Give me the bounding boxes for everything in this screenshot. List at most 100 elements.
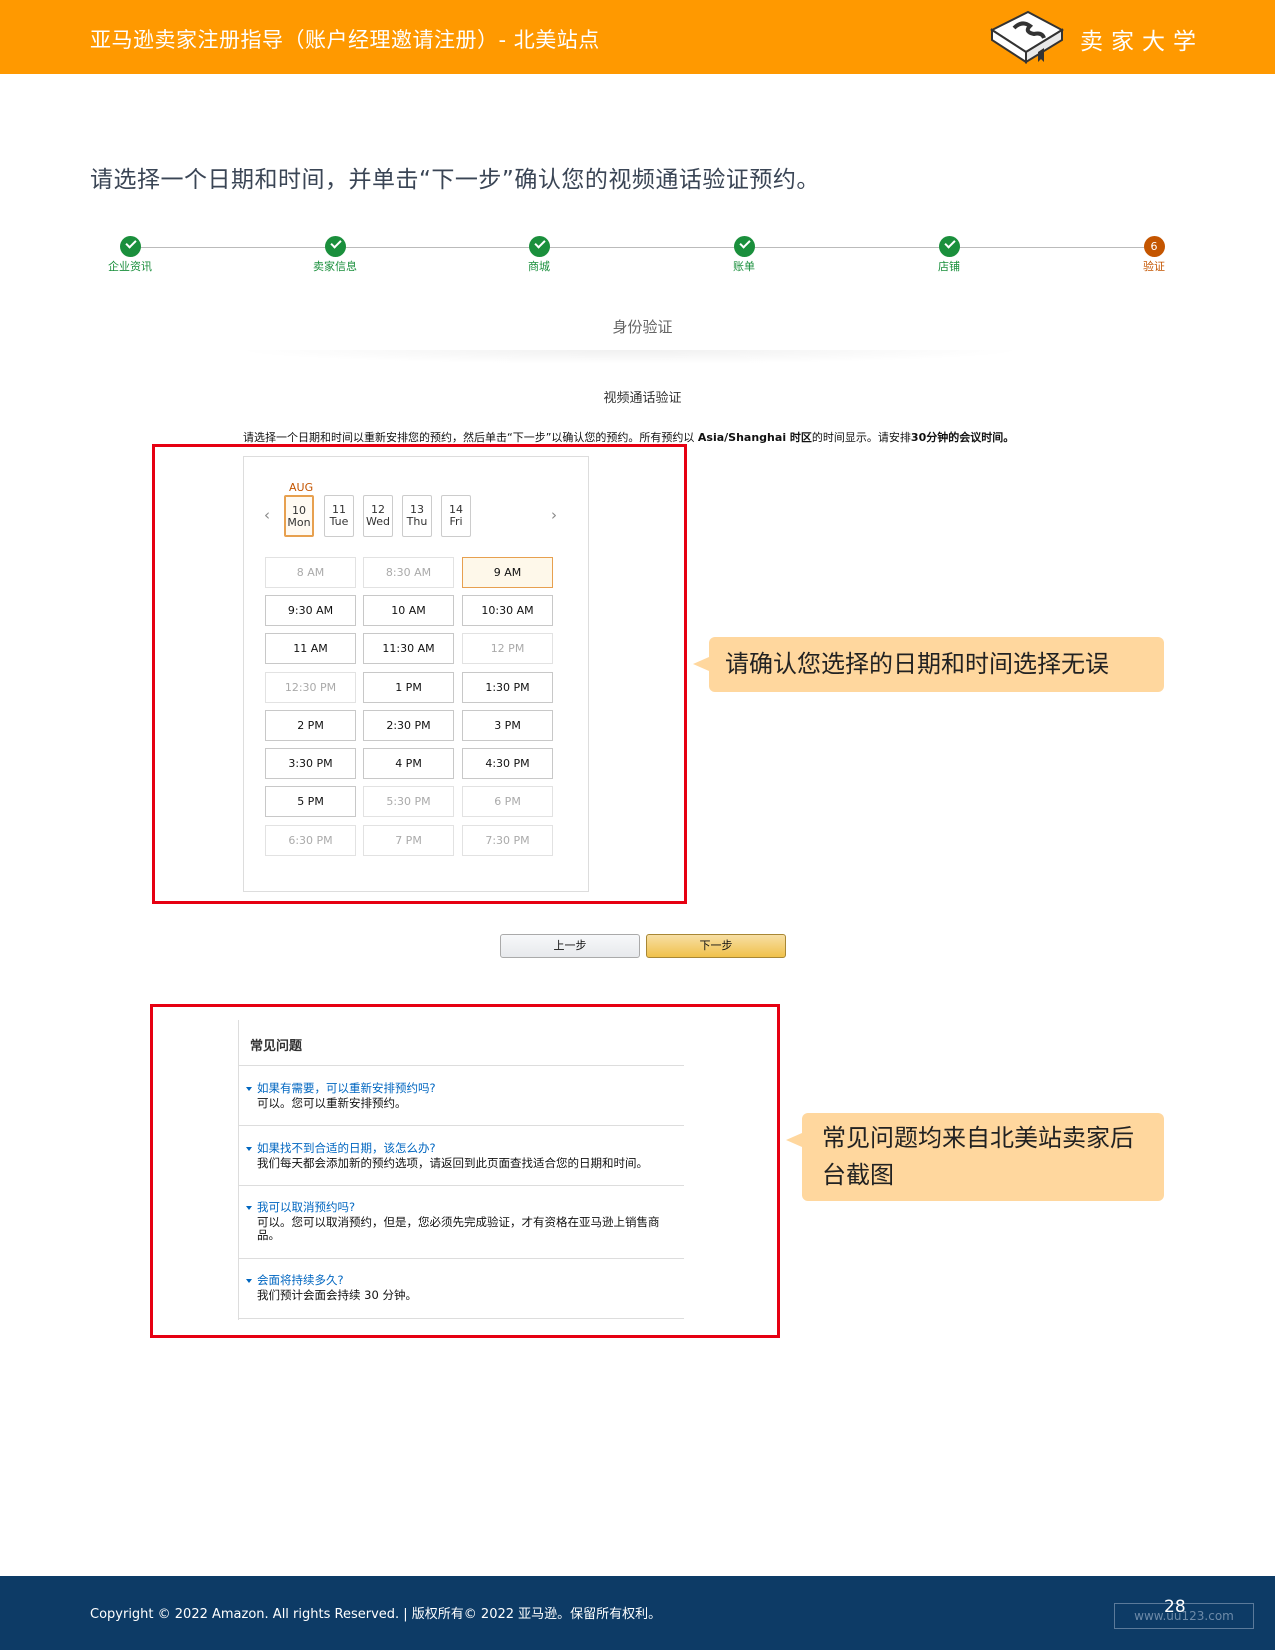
time-slot[interactable]: 5 PM xyxy=(265,786,356,817)
day-of-week: Mon xyxy=(287,516,311,529)
instruction-part: 请选择一个日期和时间以重新安排您的预约，然后单击“下一步”以确认您的预约。所有预… xyxy=(243,431,698,444)
next-week-icon[interactable]: › xyxy=(551,506,557,524)
step-billing: 账单 xyxy=(704,236,784,274)
time-slot[interactable]: 4:30 PM xyxy=(462,748,553,779)
check-icon xyxy=(938,236,960,257)
day-of-week: Thu xyxy=(406,515,428,528)
check-icon xyxy=(324,236,346,257)
time-slot: 6 PM xyxy=(462,786,553,817)
check-icon xyxy=(733,236,755,257)
time-slot: 6:30 PM xyxy=(265,825,356,856)
section-divider xyxy=(230,350,1030,364)
day-of-week: Wed xyxy=(366,515,390,528)
registration-stepper: 企业资讯 卖家信息 商城 账单 店铺 6 验证 xyxy=(0,236,1275,276)
time-slot: 5:30 PM xyxy=(363,786,454,817)
step-label: 企业资讯 xyxy=(108,260,152,273)
faq-divider xyxy=(238,1318,684,1319)
check-icon xyxy=(119,236,141,257)
callout-line: 常见问题均来自北美站卖家后 xyxy=(822,1124,1134,1152)
day-of-week: Tue xyxy=(329,515,349,528)
step-label: 店铺 xyxy=(938,260,960,273)
page-heading: 请选择一个日期和时间，并单击“下一步”确认您的视频通话验证预约。 xyxy=(90,167,820,193)
day-button[interactable]: 12 Wed xyxy=(363,495,393,537)
step-store: 店铺 xyxy=(909,236,989,274)
time-slot: 8 AM xyxy=(265,557,356,588)
stepper-line xyxy=(130,247,1155,248)
caret-down-icon xyxy=(246,1205,252,1210)
faq-question-text: 如果找不到合适的日期，该怎么办? xyxy=(257,1141,436,1155)
step-seller-info: 卖家信息 xyxy=(295,236,375,274)
step-label: 商城 xyxy=(528,260,550,273)
section-label: 身份验证 xyxy=(612,318,673,336)
book-logo-icon xyxy=(989,10,1065,64)
instruction-timezone: Asia/Shanghai 时区 xyxy=(697,431,812,444)
faq-answer: 我们预计会面会持续 30 分钟。 xyxy=(257,1288,417,1302)
faq-divider xyxy=(238,1065,684,1066)
step-label: 卖家信息 xyxy=(313,260,357,273)
copyright-text: Copyright © 2022 Amazon. All rights Rese… xyxy=(90,1607,662,1622)
time-slot[interactable]: 9:30 AM xyxy=(265,595,356,626)
time-slot[interactable]: 2:30 PM xyxy=(363,710,454,741)
time-slot[interactable]: 11:30 AM xyxy=(363,633,454,664)
footer-bar: Copyright © 2022 Amazon. All rights Rese… xyxy=(0,1576,1275,1650)
faq-question[interactable]: 如果有需要，可以重新安排预约吗? xyxy=(246,1080,436,1096)
faq-question[interactable]: 我可以取消预约吗? xyxy=(246,1199,355,1215)
page-number: 28 xyxy=(1164,1597,1186,1617)
header-bar: 亚马逊卖家注册指导（账户经理邀请注册）- 北美站点 卖家大学 xyxy=(0,0,1275,74)
day-button[interactable]: 10 Mon xyxy=(284,495,314,537)
month-label: AUG xyxy=(289,481,314,494)
time-slot[interactable]: 10:30 AM xyxy=(462,595,553,626)
time-slot: 8:30 AM xyxy=(363,557,454,588)
time-slot[interactable]: 2 PM xyxy=(265,710,356,741)
caret-down-icon xyxy=(246,1146,252,1151)
callout-calendar-note: 请确认您选择的日期和时间选择无误 xyxy=(693,637,1164,692)
time-slot[interactable]: 1 PM xyxy=(363,672,454,703)
faq-title: 常见问题 xyxy=(250,1039,303,1054)
faq-answer: 我们每天都会添加新的预约选项，请返回到此页面查找适合您的日期和时间。 xyxy=(257,1156,648,1170)
step-verification: 6 验证 xyxy=(1114,236,1194,274)
subheading: 视频通话验证 xyxy=(603,391,682,406)
time-slot: 7:30 PM xyxy=(462,825,553,856)
time-slot: 7 PM xyxy=(363,825,454,856)
next-button[interactable]: 下一步 xyxy=(646,934,786,958)
instruction-part: 的时间显示。请安排 xyxy=(811,431,911,444)
time-slot-selected[interactable]: 9 AM xyxy=(462,557,553,588)
step-marketplace: 商城 xyxy=(499,236,579,274)
day-button[interactable]: 11 Tue xyxy=(324,495,354,537)
step-label: 账单 xyxy=(733,260,755,273)
previous-button[interactable]: 上一步 xyxy=(500,934,640,958)
day-button[interactable]: 14 Fri xyxy=(441,495,471,537)
callout-faq-note: 常见问题均来自北美站卖家后 台截图 xyxy=(786,1113,1164,1201)
time-slot[interactable]: 10 AM xyxy=(363,595,454,626)
document-title: 亚马逊卖家注册指导（账户经理邀请注册）- 北美站点 xyxy=(90,28,600,52)
time-slot[interactable]: 3:30 PM xyxy=(265,748,356,779)
instruction-duration: 30分钟的会议时间。 xyxy=(910,431,1015,444)
faq-divider xyxy=(238,1185,684,1186)
instruction-text: 请选择一个日期和时间以重新安排您的预约，然后单击“下一步”以确认您的预约。所有预… xyxy=(243,429,1014,445)
faq-question[interactable]: 会面将持续多久? xyxy=(246,1272,344,1288)
caret-down-icon xyxy=(246,1086,252,1091)
prev-week-icon[interactable]: ‹ xyxy=(264,506,270,524)
time-slot[interactable]: 11 AM xyxy=(265,633,356,664)
step-number: 6 xyxy=(1143,236,1165,257)
faq-question[interactable]: 如果找不到合适的日期，该怎么办? xyxy=(246,1140,436,1156)
faq-divider xyxy=(238,1125,684,1126)
faq-divider xyxy=(238,1258,684,1259)
day-of-week: Fri xyxy=(449,515,463,528)
logo-text: 卖家大学 xyxy=(1080,29,1204,55)
step-company-info: 企业资讯 xyxy=(90,236,170,274)
time-slot[interactable]: 4 PM xyxy=(363,748,454,779)
time-slot[interactable]: 1:30 PM xyxy=(462,672,553,703)
day-button[interactable]: 13 Thu xyxy=(402,495,432,537)
step-label: 验证 xyxy=(1143,260,1165,273)
check-icon xyxy=(528,236,550,257)
faq-answer: 可以。您可以重新安排预约。 xyxy=(257,1096,407,1110)
faq-question-text: 如果有需要，可以重新安排预约吗? xyxy=(257,1081,436,1095)
faq-question-text: 会面将持续多久? xyxy=(257,1273,344,1287)
faq-question-text: 我可以取消预约吗? xyxy=(257,1200,356,1214)
callout-line: 台截图 xyxy=(822,1161,894,1189)
time-slot: 12:30 PM xyxy=(265,672,356,703)
caret-down-icon xyxy=(246,1278,252,1283)
time-slot: 12 PM xyxy=(462,633,553,664)
time-slot[interactable]: 3 PM xyxy=(462,710,553,741)
